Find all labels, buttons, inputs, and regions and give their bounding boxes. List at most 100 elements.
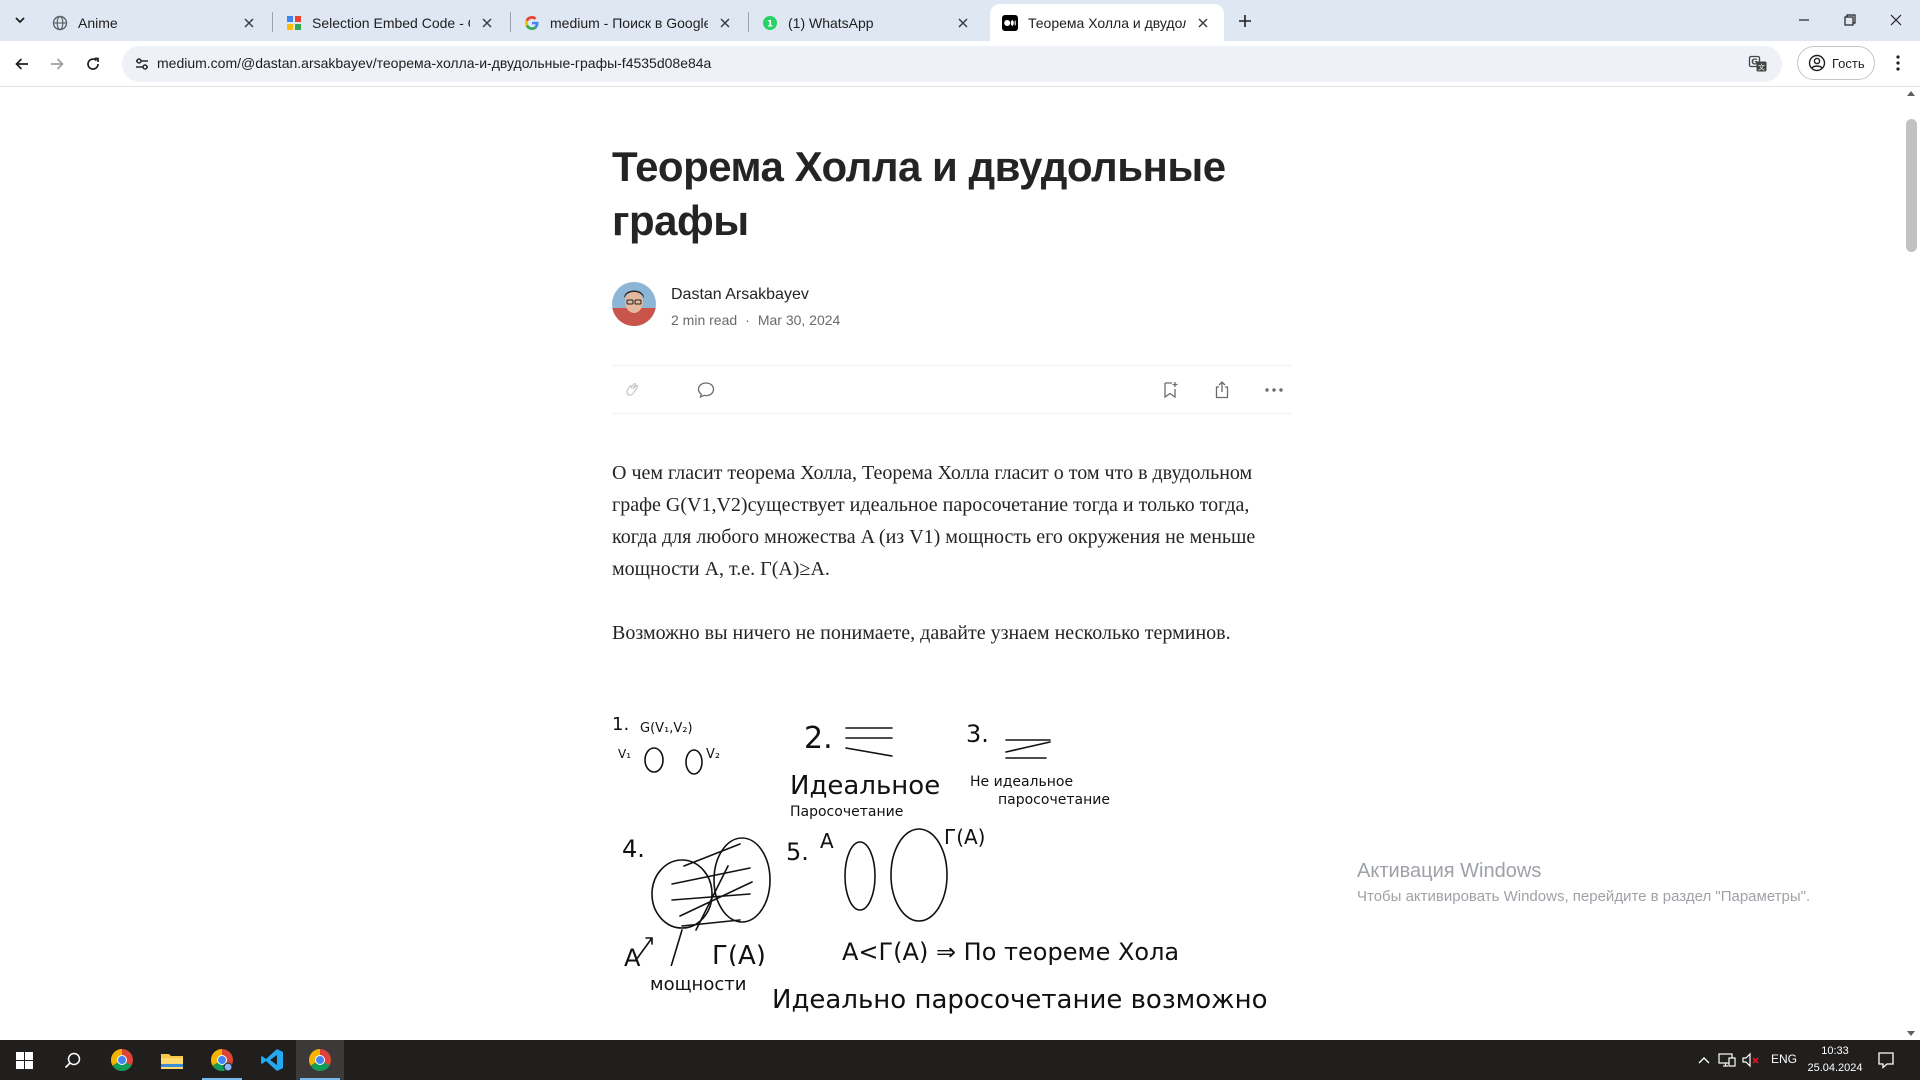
browser-toolbar: medium.com/@dastan.arsakbayev/теорема-хо… (0, 41, 1920, 87)
taskbar-file-explorer[interactable] (148, 1040, 196, 1080)
folder-icon (161, 1054, 183, 1069)
volume-muted-icon[interactable] (1742, 1051, 1760, 1069)
author-name[interactable]: Dastan Arsakbayev (671, 286, 809, 304)
tray-overflow-icon[interactable] (1695, 1051, 1713, 1069)
address-bar[interactable]: medium.com/@dastan.arsakbayev/теорема-хо… (122, 46, 1782, 82)
scroll-up-icon[interactable] (1907, 91, 1915, 96)
taskbar-chrome-active[interactable] (296, 1040, 344, 1080)
share-icon[interactable] (1210, 378, 1234, 402)
tab-title: Теорема Холла и двудольны (1028, 14, 1186, 31)
chevron-down-icon (15, 17, 25, 24)
tab-anime[interactable]: Anime (40, 4, 270, 41)
minimize-button[interactable] (1781, 0, 1827, 40)
hand-drawn-diagram-bottom: мощности Идеально паросочетание возможно (650, 974, 1268, 1015)
close-window-button[interactable] (1873, 0, 1919, 40)
restore-icon (1844, 14, 1856, 26)
forward-button[interactable] (43, 50, 71, 78)
close-icon[interactable] (240, 14, 258, 32)
url-text[interactable]: medium.com/@dastan.arsakbayev/теорема-хо… (157, 55, 711, 71)
sketch-label: 4. (622, 835, 645, 863)
sketch-label: 3. (966, 720, 989, 748)
reload-icon (87, 57, 99, 70)
taskbar-vscode[interactable] (248, 1040, 296, 1080)
clap-icon[interactable] (620, 378, 644, 402)
clock-time: 10:33 (1821, 1045, 1849, 1057)
comment-icon[interactable] (694, 378, 718, 402)
network-icon[interactable] (1718, 1051, 1736, 1069)
sketch-label: 5. (786, 838, 809, 866)
publish-date: Mar 30, 2024 (757, 312, 841, 328)
hand-drawn-diagram: 1. G(V₁,V₂) V₁ V₂ 2. Идеальное Паросочет… (612, 714, 1179, 966)
bookmark-add-icon[interactable] (1158, 378, 1182, 402)
meta-separator: · (745, 312, 750, 328)
new-tab-button[interactable] (1232, 8, 1258, 34)
sketch-label: 2. (804, 721, 833, 756)
browser-menu-button[interactable] (1886, 51, 1910, 75)
watermark-subtitle: Чтобы активировать Windows, перейдите в … (1357, 888, 1811, 905)
tab-hall-theorem[interactable]: Теорема Холла и двудольны (990, 4, 1224, 41)
tab-title: Anime (78, 14, 118, 31)
paragraph: О чем гласит теорема Холла, Теорема Холл… (612, 462, 1256, 580)
medium-icon (1002, 14, 1018, 31)
close-icon[interactable] (954, 14, 972, 32)
watermark-title: Активация Windows (1357, 860, 1542, 882)
taskbar-clock[interactable]: 10:33 25.04.2024 (1806, 1043, 1864, 1077)
tab-whatsapp[interactable]: 1 (1) WhatsApp (750, 4, 984, 41)
profile-button[interactable]: Гость (1797, 46, 1875, 80)
sketch-label: паросочетание (998, 792, 1110, 808)
article: Теорема Холла и двудольные графы Dastan … (612, 87, 1292, 649)
search-icon (64, 1052, 80, 1068)
site-info-icon[interactable] (130, 52, 154, 76)
clock-date: 25.04.2024 (1807, 1062, 1863, 1074)
svg-text:1: 1 (767, 19, 773, 29)
tab-title: Selection Embed Code - Googl (312, 14, 470, 31)
close-icon[interactable] (1194, 14, 1212, 32)
globe-icon (52, 15, 68, 31)
plus-icon (1239, 15, 1251, 27)
minimize-icon (1799, 19, 1809, 21)
scroll-down-icon[interactable] (1907, 1031, 1915, 1036)
sketch-label: Г(A) (944, 825, 985, 849)
restore-button[interactable] (1827, 0, 1873, 40)
whatsapp-icon: 1 (762, 15, 778, 31)
page-scrollbar[interactable] (1903, 87, 1920, 1040)
sketch-label: Не идеальное (970, 774, 1073, 790)
translate-icon[interactable]: G文 (1746, 52, 1770, 76)
scrollbar-thumb[interactable] (1906, 119, 1917, 252)
tab-search-button[interactable] (8, 8, 32, 32)
notification-center-icon[interactable] (1876, 1050, 1896, 1070)
close-icon (1890, 14, 1902, 26)
sketch-label: Идеально паросочетание возможно (772, 985, 1268, 1015)
tab-strip: Anime Selection Embed Code - Googl mediu… (0, 0, 1920, 41)
tab-selection-embed[interactable]: Selection Embed Code - Googl (274, 4, 508, 41)
tab-separator (748, 12, 749, 32)
close-icon[interactable] (478, 14, 496, 32)
more-horizontal-icon[interactable] (1262, 378, 1286, 402)
start-button[interactable] (0, 1040, 48, 1080)
tab-separator (510, 12, 511, 32)
taskbar-chrome-profile[interactable] (198, 1040, 246, 1080)
vscode-icon (261, 1049, 283, 1071)
taskbar-search-button[interactable] (48, 1040, 96, 1080)
sketch-label: 1. (612, 714, 629, 735)
sketch-label: Идеальное (790, 771, 940, 801)
avatar[interactable] (612, 282, 656, 326)
windows-activation-watermark: Активация Windows Чтобы активировать Win… (1357, 858, 1810, 908)
input-language[interactable]: ENG (1771, 1052, 1797, 1066)
sketch-label: A (820, 829, 834, 853)
back-button[interactable] (8, 50, 36, 78)
reload-button[interactable] (79, 50, 107, 78)
sheets-icon (286, 15, 302, 31)
taskbar-chrome[interactable] (98, 1040, 146, 1080)
chrome-icon (111, 1049, 133, 1071)
tab-medium-search[interactable]: medium - Поиск в Google (512, 4, 746, 41)
close-icon[interactable] (716, 14, 734, 32)
sketch-label: Паросочетание (790, 804, 903, 820)
article-meta: 2 min read · Mar 30, 2024 (671, 312, 840, 328)
sketch-label: мощности (650, 974, 746, 995)
byline: Dastan Arsakbayev 2 min read · Mar 30, 202… (612, 280, 1292, 340)
windows-taskbar: ENG 10:33 25.04.2024 (0, 1040, 1920, 1080)
sketch-label: A (624, 944, 641, 966)
sketch-label: Г(A) (712, 941, 766, 966)
svg-text:文: 文 (1758, 63, 1765, 72)
